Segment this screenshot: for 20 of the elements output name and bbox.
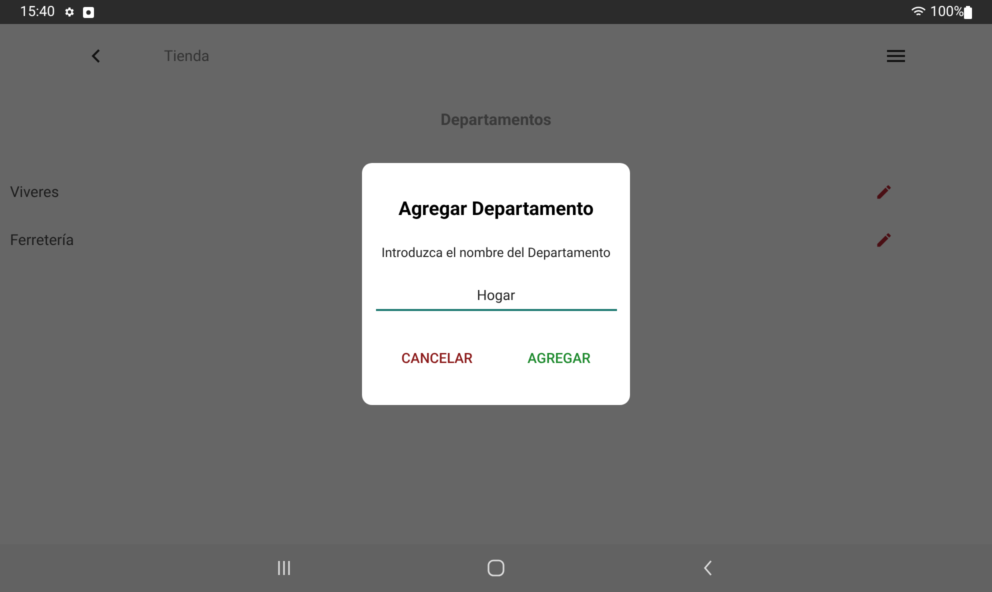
battery-icon bbox=[964, 6, 972, 18]
battery-percentage: 100% bbox=[930, 2, 964, 22]
wifi-icon bbox=[911, 6, 926, 18]
pencil-icon bbox=[875, 183, 893, 201]
cancel-button[interactable]: CANCELAR bbox=[393, 345, 481, 374]
notification-icon bbox=[82, 6, 94, 18]
rounded-square-icon bbox=[487, 559, 505, 577]
department-name[interactable]: Ferretería bbox=[10, 228, 74, 252]
dialog-title: Agregar Departamento bbox=[398, 196, 594, 222]
menu-icon bbox=[887, 49, 905, 63]
department-name-field[interactable]: Hogar bbox=[376, 283, 616, 311]
department-name[interactable]: Viveres bbox=[10, 180, 59, 204]
chevron-left-icon bbox=[703, 560, 713, 576]
pencil-icon bbox=[875, 231, 893, 249]
chevron-left-icon bbox=[91, 49, 101, 63]
status-time: 15:40 bbox=[20, 2, 55, 22]
add-button[interactable]: AGREGAR bbox=[519, 345, 599, 374]
dialog-message: Introduzca el nombre del Departamento bbox=[381, 244, 611, 262]
gear-icon bbox=[62, 6, 75, 18]
three-lines-icon bbox=[276, 560, 292, 576]
